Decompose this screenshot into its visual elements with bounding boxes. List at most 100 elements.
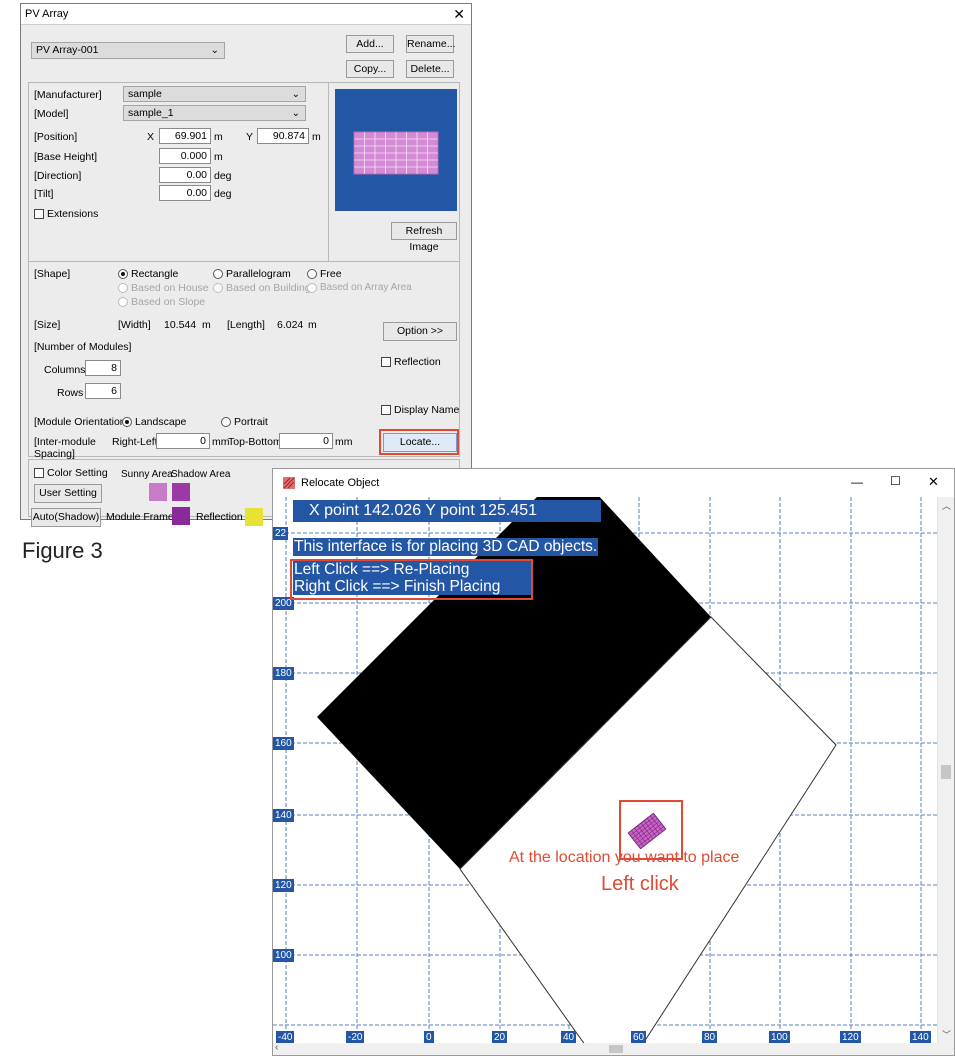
maximize-icon[interactable]: ☐ [890, 474, 901, 488]
refresh-image-button[interactable]: Refresh Image [391, 222, 457, 253]
columns-label: Columns [44, 364, 86, 376]
manufacturer-label: [Manufacturer] [34, 89, 102, 101]
shadow-area-swatch[interactable] [172, 483, 190, 501]
y-tick: 140 [273, 809, 294, 822]
module-orientation-label: [Module Orientation] [34, 416, 129, 428]
y-tick: 22 [273, 527, 289, 540]
shape-parallelogram-label: Parallelogram [226, 268, 291, 280]
shape-array-area-radio[interactable] [307, 283, 317, 293]
info-message: This interface is for placing 3D CAD obj… [293, 538, 599, 556]
y-tick: 100 [273, 949, 294, 962]
y-input[interactable]: 90.874 [257, 128, 309, 144]
shape-rectangle-radio[interactable] [118, 269, 128, 279]
color-setting-label: Color Setting [47, 467, 108, 479]
x-input[interactable]: 69.901 [159, 128, 211, 144]
width-label: [Width] [118, 319, 151, 331]
extensions-label: Extensions [47, 208, 99, 220]
shape-slope-label: Based on Slope [131, 296, 206, 308]
shape-parallelogram-radio[interactable] [213, 269, 223, 279]
delete-button[interactable]: Delete... [406, 60, 454, 78]
pv-array-dialog: PV Array ✕ PV Array-001 ⌄ Add... Rename.… [20, 3, 472, 527]
horizontal-scrollbar[interactable]: ‹ [273, 1042, 938, 1055]
scroll-down-icon[interactable]: ﹀ [942, 1028, 951, 1041]
right-left-unit: mm [212, 436, 230, 448]
shadow-area-label: Shadow Area [171, 469, 231, 480]
array-select[interactable]: PV Array-001 ⌄ [31, 42, 225, 59]
y-tick: 180 [273, 667, 294, 680]
scroll-left-icon[interactable]: ‹ [275, 1042, 278, 1053]
base-height-input[interactable]: 0.000 [159, 148, 211, 164]
copy-button[interactable]: Copy... [346, 60, 394, 78]
y-unit: m [312, 131, 321, 143]
auto-shadow-button[interactable]: Auto(Shadow) [31, 508, 101, 527]
reflection-color-label: Reflection [196, 511, 243, 523]
direction-input[interactable]: 0.00 [159, 167, 211, 183]
columns-input[interactable]: 8 [85, 360, 121, 376]
add-button[interactable]: Add... [346, 35, 394, 53]
shape-slope-radio[interactable] [118, 297, 128, 307]
option-button[interactable]: Option >> [383, 322, 457, 341]
tilt-input[interactable]: 0.00 [159, 185, 211, 201]
spacing-label-line1: [Inter-module [34, 436, 96, 448]
width-unit: m [202, 319, 211, 331]
right-left-input[interactable]: 0 [156, 433, 210, 449]
y-label: Y [246, 131, 254, 143]
number-of-modules-label: [Number of Modules] [34, 341, 132, 353]
dialog-title: PV Array [25, 8, 69, 20]
chevron-down-icon: ⌄ [291, 108, 300, 119]
annotation-line2: Left click [601, 873, 679, 895]
horizontal-scroll-thumb[interactable] [609, 1045, 623, 1053]
close-icon[interactable]: ✕ [453, 6, 465, 23]
reflection-checkbox[interactable] [381, 357, 391, 367]
manufacturer-value: sample [128, 88, 162, 100]
top-bottom-input[interactable]: 0 [279, 433, 333, 449]
shape-array-area-label: Based on Array Area [320, 282, 412, 293]
module-frame-swatch[interactable] [172, 507, 190, 525]
length-label: [Length] [227, 319, 265, 331]
array-preview-image [335, 89, 457, 211]
shape-house-radio[interactable] [118, 283, 128, 293]
x-label: X [147, 131, 155, 143]
landscape-label: Landscape [135, 416, 187, 428]
base-height-unit: m [214, 151, 223, 163]
shape-building-radio[interactable] [213, 283, 223, 293]
placement-canvas[interactable]: 22 200 180 160 140 120 100 -40 -20 0 20 … [273, 497, 938, 1055]
position-label: [Position] [34, 131, 78, 143]
user-setting-button[interactable]: User Setting [34, 484, 102, 503]
manufacturer-select[interactable]: sample ⌄ [123, 86, 306, 102]
vertical-scroll-thumb[interactable] [941, 765, 951, 779]
display-name-label: Display Name [394, 404, 460, 416]
color-setting-checkbox[interactable] [34, 468, 44, 478]
sunny-area-swatch[interactable] [149, 483, 167, 501]
app-icon [283, 477, 295, 489]
shape-free-label: Free [320, 268, 342, 280]
array-select-value: PV Array-001 [36, 44, 99, 56]
close-icon[interactable]: ✕ [928, 474, 939, 490]
rows-input[interactable]: 6 [85, 383, 121, 399]
display-name-checkbox[interactable] [381, 405, 391, 415]
shape-free-radio[interactable] [307, 269, 317, 279]
coordinates-readout: X point 142.026 Y point 125.451 [293, 500, 601, 522]
shape-rectangle-label: Rectangle [131, 268, 179, 280]
tilt-label: [Tilt] [34, 188, 54, 200]
reflection-color-swatch[interactable] [245, 508, 263, 526]
chevron-down-icon: ⌄ [291, 89, 300, 100]
portrait-radio[interactable] [221, 417, 231, 427]
direction-unit: deg [214, 170, 232, 182]
scroll-up-icon[interactable]: ︿ [942, 499, 951, 512]
model-select[interactable]: sample_1 ⌄ [123, 105, 306, 121]
relocate-object-window: Relocate Object — ☐ ✕ 22 200 180 160 140… [272, 468, 955, 1056]
model-label: [Model] [34, 108, 69, 120]
landscape-radio[interactable] [122, 417, 132, 427]
length-value: 6.024 [277, 319, 304, 331]
dialog-titlebar: PV Array ✕ [21, 4, 471, 25]
length-unit: m [308, 319, 317, 331]
shape-house-label: Based on House [131, 282, 209, 294]
minimize-icon[interactable]: — [851, 475, 863, 489]
relocate-title: Relocate Object [301, 477, 380, 489]
rename-button[interactable]: Rename... [406, 35, 455, 53]
direction-label: [Direction] [34, 170, 82, 182]
extensions-checkbox[interactable] [34, 209, 44, 219]
portrait-label: Portrait [234, 416, 268, 428]
vertical-scrollbar[interactable]: ︿ ﹀ [937, 497, 954, 1055]
